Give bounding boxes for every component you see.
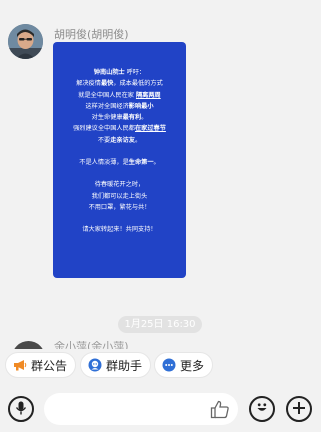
card-line: 我们都可以走上街头 (57, 191, 182, 202)
more-button[interactable]: 更多 (154, 352, 214, 378)
card-text-segment: 最有利 (122, 114, 142, 122)
more-label: 更多 (180, 358, 205, 373)
message-image-card[interactable]: 钟南山院士 呼吁： 解决疫情最快，成本最低的方式 就是全中国人民在家 隔离两周 这样对… (53, 42, 186, 278)
card-spacer (57, 168, 182, 179)
card-line: 这样对全国经济影响最小 (57, 101, 182, 112)
card-line: 就是全中国人民在家 隔离两周 (57, 90, 182, 101)
card-line: 不要走亲访友。 (57, 135, 182, 146)
card-text-segment: ，成本最低的方式 (113, 80, 163, 88)
card-text-segment: 就是全中国人民在家 (78, 91, 136, 99)
card-line: 钟南山院士 呼吁： (57, 67, 182, 78)
next-sender-name: 余小萍(余小萍) (54, 341, 129, 349)
voice-icon (15, 400, 27, 419)
card-spacer (57, 213, 182, 224)
card-text-segment: 钟南山院士 (93, 69, 125, 76)
card-text-segment: 在家过春节 (134, 125, 166, 133)
more-icon (162, 358, 176, 372)
plus-icon (292, 400, 306, 419)
card-text-segment: 呼吁： (124, 69, 146, 76)
card-line: 请大家转起来！共同支持！ (57, 224, 182, 235)
next-sender-avatar[interactable] (12, 341, 45, 349)
assistant-icon (88, 358, 102, 372)
sender-name: 胡明俊(胡明俊) (54, 28, 129, 41)
plus-button[interactable] (286, 396, 312, 422)
card-text-segment: 。 (153, 159, 160, 167)
megaphone-icon (13, 359, 27, 371)
card-text-segment: 对生命健康 (91, 114, 123, 122)
card-line: 待春暖花开之时， (57, 179, 182, 190)
message-input[interactable] (44, 393, 238, 425)
voice-button[interactable] (8, 396, 34, 422)
card-text-segment: 不用口罩，繁花与共！ (88, 203, 151, 211)
card-text-segment: 影响最小 (128, 102, 154, 110)
card-line: 不是人情淡薄，是生命第一。 (57, 157, 182, 168)
group-assistant-button[interactable]: 群助手 (80, 352, 152, 378)
card-text-segment: 不要 (97, 136, 111, 144)
card-text-segment: 生命第一 (128, 159, 154, 167)
card-line: 不用口罩，繁花与共！ (57, 202, 182, 213)
card-text-segment: 我们都可以走上街头 (91, 192, 148, 200)
group-announcement-label: 群公告 (31, 358, 68, 373)
card-text-segment: 请大家转起来！共同支持！ (82, 226, 157, 234)
card-text-segment: 待春暖花开之时， (94, 181, 145, 189)
emoji-icon (254, 399, 270, 419)
group-announcement-button[interactable]: 群公告 (5, 352, 77, 378)
sender-avatar[interactable] (8, 24, 43, 59)
group-assistant-label: 群助手 (106, 358, 143, 373)
card-text-segment: 走亲访友 (110, 136, 135, 144)
card-text-segment: 不是人情淡薄，是 (79, 159, 129, 167)
card-text-segment: 隔离两周 (135, 91, 161, 99)
card-spacer (57, 146, 182, 157)
card-line: 强烈建议全中国人民都在家过春节 (57, 123, 182, 134)
card-text-segment: 。 (141, 114, 148, 122)
card-line: 解决疫情最快，成本最低的方式 (57, 78, 182, 89)
card-text-segment: 。 (134, 136, 142, 144)
card-text-segment: 这样对全国经济 (85, 102, 129, 110)
timestamp-badge: 1月25日 16:30 (118, 316, 202, 333)
card-text-segment: 解决疫情 (76, 80, 101, 88)
next-message-partial: 余小萍(余小萍) (8, 341, 318, 349)
emoji-button[interactable] (249, 396, 275, 422)
like-icon[interactable] (210, 400, 230, 423)
card-text-segment: 强烈建议全中国人民都 (73, 125, 135, 133)
input-bar (0, 387, 321, 432)
quick-action-bar: 群公告 群助手 更多 (0, 350, 321, 380)
card-text-segment: 最快 (100, 80, 114, 88)
card-line: 对生命健康最有利。 (57, 112, 182, 123)
